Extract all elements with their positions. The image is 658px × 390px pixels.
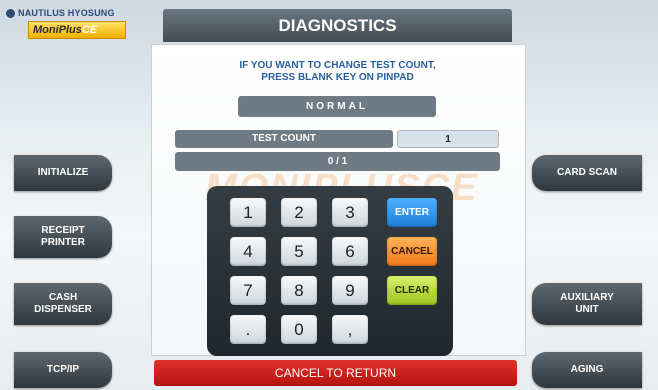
company-name: NAUTILUS HYOSUNG: [18, 8, 115, 18]
mode-indicator: NORMAL: [238, 96, 436, 117]
page-title: DIAGNOSTICS: [163, 9, 512, 42]
instruction-line-1: IF YOU WANT TO CHANGE TEST COUNT,: [239, 60, 436, 71]
instruction-line-2: PRESS BLANK KEY ON PINPAD: [261, 72, 414, 83]
enter-key[interactable]: ENTER: [387, 198, 437, 227]
test-count-label: TEST COUNT: [175, 130, 393, 148]
receipt-printer-button[interactable]: RECEIPT PRINTER: [14, 216, 112, 258]
key-1[interactable]: 1: [230, 198, 266, 227]
cancel-to-return-button[interactable]: CANCEL TO RETURN: [154, 360, 517, 386]
cancel-key[interactable]: CANCEL: [387, 237, 437, 266]
key-7[interactable]: 7: [230, 276, 266, 305]
tcp-ip-button[interactable]: TCP/IP: [14, 352, 112, 388]
hyosung-logo-icon: [6, 8, 15, 18]
key-dot[interactable]: .: [230, 315, 266, 344]
auxiliary-unit-button[interactable]: AUXILIARY UNIT: [532, 283, 642, 325]
key-9[interactable]: 9: [332, 276, 368, 305]
pinpad: 1 2 3 ENTER 4 5 6 CANCEL 7 8 9 CLEAR . 0…: [207, 186, 453, 356]
key-8[interactable]: 8: [281, 276, 317, 305]
key-6[interactable]: 6: [332, 237, 368, 266]
key-comma[interactable]: ,: [332, 315, 368, 344]
test-count-value: 1: [397, 130, 499, 148]
initialize-button[interactable]: INITIALIZE: [14, 155, 112, 191]
instruction-text: IF YOU WANT TO CHANGE TEST COUNT, PRESS …: [151, 60, 524, 84]
key-5[interactable]: 5: [281, 237, 317, 266]
brand-logo: NAUTILUS HYOSUNG MoniPlusCE: [6, 8, 146, 44]
cash-dispenser-button[interactable]: CASH DISPENSER: [14, 283, 112, 325]
key-4[interactable]: 4: [230, 237, 266, 266]
card-scan-button[interactable]: CARD SCAN: [532, 155, 642, 191]
key-2[interactable]: 2: [281, 198, 317, 227]
key-3[interactable]: 3: [332, 198, 368, 227]
clear-key[interactable]: CLEAR: [387, 276, 437, 305]
key-0[interactable]: 0: [281, 315, 317, 344]
aging-button[interactable]: AGING: [532, 352, 642, 388]
product-logo: MoniPlusCE: [28, 21, 126, 39]
